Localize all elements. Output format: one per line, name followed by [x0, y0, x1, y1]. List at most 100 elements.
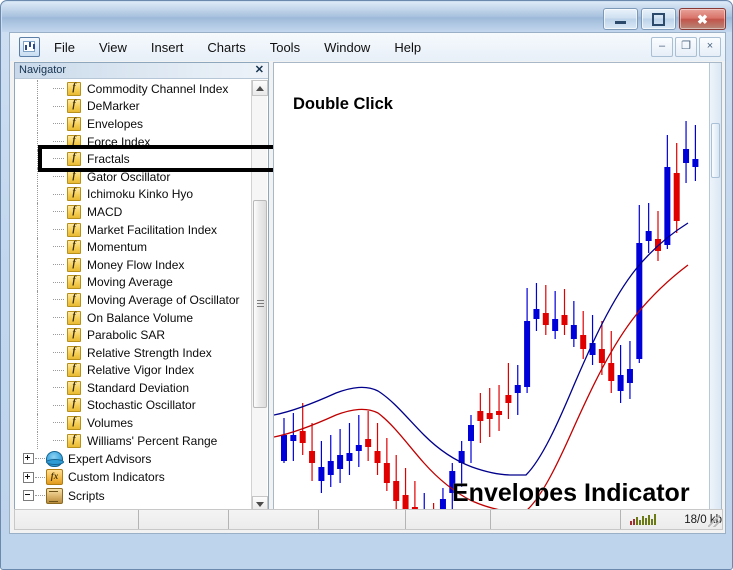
expand-icon[interactable]: [23, 471, 34, 483]
indicator-label: Williams' Percent Range: [87, 433, 218, 448]
indicator-label: Envelopes: [87, 116, 144, 131]
tree-elbow-line: [53, 316, 64, 318]
indicator-item-relative-vigor-index[interactable]: f Relative Vigor Index: [15, 361, 251, 380]
menu-item-file[interactable]: File: [44, 37, 85, 58]
menu-item-window[interactable]: Window: [314, 37, 380, 58]
indicator-item-moving-average[interactable]: f Moving Average: [15, 273, 251, 292]
menu-item-insert[interactable]: Insert: [141, 37, 194, 58]
function-icon-glyph: f: [72, 116, 76, 128]
chart-pane[interactable]: Double Click Envelopes Indicator: [273, 62, 722, 530]
indicator-label: Relative Vigor Index: [87, 363, 195, 378]
indicator-item-williams-percent-range[interactable]: f Williams' Percent Range: [15, 431, 251, 450]
tree-elbow-line: [53, 263, 64, 265]
mdi-restore-button[interactable]: ❐: [675, 37, 697, 57]
indicator-label: Parabolic SAR: [87, 328, 166, 343]
function-icon-glyph: f: [72, 134, 76, 146]
indicator-item-money-flow-index[interactable]: f Money Flow Index: [15, 255, 251, 274]
indicator-label: Ichimoku Kinko Hyo: [87, 187, 194, 202]
indicator-label: Volumes: [87, 416, 134, 431]
function-icon-glyph: f: [72, 99, 76, 111]
indicator-item-market-facilitation-index[interactable]: f Market Facilitation Index: [15, 220, 251, 239]
tree-elbow-line: [53, 246, 64, 248]
tree-elbow-line: [35, 495, 45, 497]
indicator-label: Gator Oscillator: [87, 169, 171, 184]
window-controls: ✖: [603, 8, 726, 30]
navigator-close-icon[interactable]: ✕: [255, 64, 264, 77]
expand-icon[interactable]: [23, 453, 34, 465]
indicator-item-parabolic-sar[interactable]: f Parabolic SAR: [15, 326, 251, 344]
indicator-item-fractals[interactable]: f Fractals: [15, 150, 251, 168]
indicator-item-momentum[interactable]: f Momentum: [15, 238, 251, 256]
function-icon-glyph: f: [72, 257, 76, 269]
collapse-icon[interactable]: [23, 490, 34, 502]
indicator-label: MACD: [87, 204, 123, 219]
window-titlebar[interactable]: ✖: [2, 2, 732, 32]
indicator-label: Relative Strength Index: [87, 345, 212, 360]
mdi-close-button[interactable]: ×: [699, 37, 721, 57]
window-frame: ✖ File View Insert Charts Tools Window H…: [0, 0, 733, 570]
indicator-item-volumes[interactable]: f Volumes: [15, 414, 251, 432]
status-segment-4: [319, 510, 406, 529]
function-icon-glyph: f: [72, 292, 76, 304]
status-segment-3: [229, 510, 319, 529]
function-icon-glyph: f: [72, 204, 76, 216]
tree-group-scripts[interactable]: Scripts: [15, 486, 251, 505]
indicator-item-ichimoku-kinko-hyo[interactable]: f Ichimoku Kinko Hyo: [15, 185, 251, 204]
tree-guide-line: [37, 150, 38, 168]
function-icon-glyph: f: [72, 222, 76, 234]
tree-elbow-line: [53, 123, 64, 125]
window-maximize-button[interactable]: [641, 8, 676, 30]
function-icon: f: [67, 152, 81, 167]
tree-elbow-line: [53, 439, 64, 441]
scrollbar-thumb[interactable]: [253, 200, 267, 408]
menu-item-help[interactable]: Help: [384, 37, 431, 58]
indicator-label: Force Index: [87, 134, 151, 149]
indicator-item-demarker[interactable]: f DeMarker: [15, 97, 251, 116]
tree-guide-line: [37, 273, 38, 292]
indicator-item-standard-deviation[interactable]: f Standard Deviation: [15, 379, 251, 397]
function-icon: f: [67, 345, 81, 360]
function-icon: f: [67, 433, 81, 448]
function-icon: f: [67, 222, 81, 237]
indicator-label: On Balance Volume: [87, 310, 194, 325]
function-icon: f: [67, 116, 81, 131]
tree-guide-line: [37, 80, 38, 98]
status-bar: 18/0 kb: [14, 509, 723, 530]
chart-scrollbar-thumb[interactable]: [711, 123, 720, 178]
function-icon-glyph: f: [72, 345, 76, 357]
navigator-scrollbar[interactable]: [251, 80, 268, 512]
function-icon-glyph: f: [72, 416, 76, 428]
tree-guide-line: [37, 185, 38, 204]
indicator-item-moving-average-of-oscillator[interactable]: f Moving Average of Oscillator: [15, 291, 251, 309]
navigator-panel: Navigator ✕ f Commodity Channel Index f DeM…: [14, 62, 269, 530]
resize-grip-icon[interactable]: [708, 515, 720, 527]
indicator-item-macd[interactable]: f MACD: [15, 203, 251, 221]
window-minimize-button[interactable]: [603, 8, 638, 30]
mdi-minimize-button[interactable]: –: [651, 37, 673, 57]
tree-guide-line: [37, 220, 38, 239]
indicator-label: Moving Average of Oscillator: [87, 292, 240, 307]
indicator-item-force-index[interactable]: f Force Index: [15, 132, 251, 151]
custom-indicators-icon: [46, 469, 63, 486]
tree-group-expert-advisors[interactable]: Expert Advisors: [15, 449, 251, 468]
navigator-tree[interactable]: f Commodity Channel Index f DeMarker f Envelo…: [15, 80, 268, 512]
tree-elbow-line: [53, 422, 64, 424]
navigator-header: Navigator ✕: [15, 63, 268, 79]
indicator-item-gator-oscillator[interactable]: f Gator Oscillator: [15, 167, 251, 186]
indicator-item-envelopes[interactable]: f Envelopes: [15, 115, 251, 133]
indicator-item-stochastic-oscillator[interactable]: f Stochastic Oscillator: [15, 396, 251, 415]
tree-guide-line: [37, 431, 38, 450]
indicator-item-commodity-channel-index[interactable]: f Commodity Channel Index: [15, 80, 251, 98]
function-icon: f: [67, 328, 81, 343]
indicator-item-on-balance-volume[interactable]: f On Balance Volume: [15, 308, 251, 327]
scroll-up-button[interactable]: [252, 80, 268, 96]
tree-elbow-line: [53, 193, 64, 195]
chart-scrollbar[interactable]: [709, 63, 721, 529]
menu-item-tools[interactable]: Tools: [260, 37, 310, 58]
function-icon: f: [67, 134, 81, 149]
indicator-item-relative-strength-index[interactable]: f Relative Strength Index: [15, 343, 251, 362]
menu-item-view[interactable]: View: [89, 37, 137, 58]
menu-item-charts[interactable]: Charts: [197, 37, 255, 58]
tree-group-custom-indicators[interactable]: Custom Indicators: [15, 468, 251, 487]
window-close-button[interactable]: ✖: [679, 8, 726, 30]
